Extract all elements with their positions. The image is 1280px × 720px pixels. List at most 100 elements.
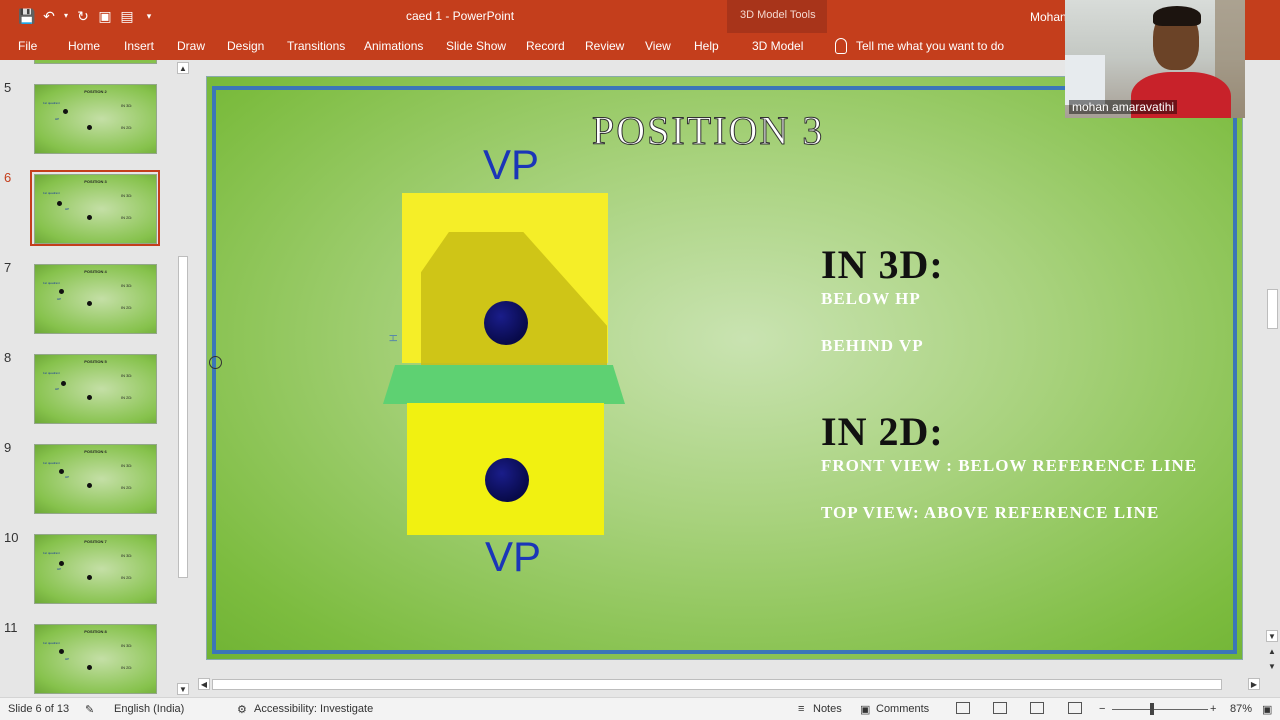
in-3d-line-2[interactable]: BEHIND VP [821,336,924,356]
thumb-3d-label: IN 3D: [121,103,133,108]
slide-title[interactable]: POSITION 3 [591,107,824,154]
slide-thumbnail-selected[interactable]: POSITION 3 1st quadrant HP IN 3D: IN 2D: [34,174,157,244]
zoom-out-icon[interactable]: − [1099,703,1105,715]
in-3d-line-1[interactable]: BELOW HP [821,289,921,309]
editor-horizontal-scrollbar[interactable]: ◀ ▶ [198,677,1264,693]
thumb-dot [87,395,92,400]
language-indicator[interactable]: English (India) [114,703,184,715]
scroll-right-icon[interactable]: ▶ [1248,678,1260,690]
in-2d-line-1[interactable]: FRONT VIEW : BELOW REFERENCE LINE [821,456,1197,476]
scroll-down-icon[interactable]: ▼ [1266,630,1278,642]
presenter-hair [1153,6,1201,26]
user-name[interactable]: Mohan [1030,10,1067,24]
thumb-quadrant-label: 1st quadrant [43,461,60,465]
thumb-dot [57,201,62,206]
tab-record[interactable]: Record [526,39,565,53]
in-3d-heading[interactable]: IN 3D: [821,241,944,288]
scrollbar-thumb[interactable] [178,256,188,578]
thumb-number: 6 [4,170,12,185]
slide-thumbnail[interactable]: POSITION 5 1st quadrant HP IN 3D: IN 2D: [34,354,157,424]
tab-design[interactable]: Design [227,39,264,53]
tab-slide-show[interactable]: Slide Show [446,39,506,53]
thumb-number: 5 [4,80,12,95]
thumbnail-scrollbar[interactable]: ▲ ▼ [176,60,190,697]
webcam-overlay: mohan amaravatihi [1065,0,1245,118]
thumb-3d-label: IN 3D: [121,463,133,468]
next-slide-icon[interactable]: ▼ [1266,661,1278,673]
slide-thumbnail[interactable]: POSITION 4 1st quadrant HP IN 3D: IN 2D: [34,264,157,334]
zoom-slider[interactable] [1112,709,1208,710]
vp-label-bottom[interactable]: VP [485,533,541,581]
tab-view[interactable]: View [645,39,671,53]
context-tools-label: 3D Model Tools [740,9,816,21]
thumb-2d-label: IN 2D: [121,305,133,310]
thumb-2d-label: IN 2D: [121,395,133,400]
tab-help[interactable]: Help [694,39,719,53]
reading-view-icon[interactable] [1030,702,1044,714]
rotate-handle-icon[interactable] [209,356,222,369]
tab-file[interactable]: File [18,39,37,53]
slide-thumbnail[interactable]: POSITION 8 1st quadrant HP IN 3D: IN 2D: [34,624,157,694]
tell-me-search[interactable]: Tell me what you want to do [835,38,1004,54]
zoom-slider-thumb[interactable] [1150,703,1154,715]
previous-slide-icon[interactable]: ▲ [1266,646,1278,658]
thumb-number: 10 [4,530,19,545]
thumbnail-partial[interactable] [34,60,157,64]
slide-thumbnail[interactable]: POSITION 7 1st quadrant HP IN 3D: IN 2D: [34,534,157,604]
thumb-title: POSITION 3 [84,179,107,184]
scroll-up-icon[interactable]: ▲ [177,62,189,74]
in-2d-heading[interactable]: IN 2D: [821,408,944,455]
slide-canvas[interactable]: POSITION 3 VP H VP IN 3D: BELOW HP BEHIN… [206,76,1243,660]
webcam-name-label: mohan amaravatihi [1069,100,1178,114]
thumb-dot [59,469,64,474]
thumb-2d-label: IN 2D: [121,215,133,220]
slide-show-icon[interactable] [1068,702,1082,714]
in-2d-line-2[interactable]: TOP VIEW: ABOVE REFERENCE LINE [821,503,1159,523]
accessibility-icon[interactable]: ⚙ [237,703,247,716]
thumb-hp-label: HP [65,657,70,661]
comments-button[interactable]: Comments [876,703,929,715]
point-sphere-lower[interactable] [485,458,529,502]
thumb-3d-label: IN 3D: [121,553,133,558]
thumb-title: POSITION 7 [84,539,107,544]
thumb-dot [59,561,64,566]
thumb-hp-label: HP [65,207,70,211]
comments-icon[interactable]: ▣ [860,703,870,716]
tab-draw[interactable]: Draw [177,39,205,53]
tab-transitions[interactable]: Transitions [287,39,345,53]
status-bar: Slide 6 of 13 ✎ English (India) ⚙ Access… [0,697,1280,720]
tab-home[interactable]: Home [68,39,100,53]
thumb-dot [59,289,64,294]
thumb-title: POSITION 8 [84,629,107,634]
slide-sorter-icon[interactable] [993,702,1007,714]
spell-check-icon[interactable]: ✎ [85,703,94,716]
normal-view-icon[interactable] [956,702,970,714]
tab-3d-model[interactable]: 3D Model [752,39,803,53]
thumb-dot [87,665,92,670]
scrollbar-thumb[interactable] [1267,289,1278,329]
point-sphere-upper[interactable] [484,301,528,345]
thumb-number: 8 [4,350,12,365]
notes-icon[interactable]: ≡ [798,703,804,715]
scroll-left-icon[interactable]: ◀ [198,678,210,690]
thumb-dot [87,575,92,580]
thumb-quadrant-label: 1st quadrant [43,281,60,285]
scroll-down-icon[interactable]: ▼ [177,683,189,695]
tab-insert[interactable]: Insert [124,39,154,53]
zoom-in-icon[interactable]: + [1210,703,1216,715]
tab-animations[interactable]: Animations [364,39,423,53]
fit-to-window-icon[interactable]: ▣ [1262,703,1272,716]
tell-me-label: Tell me what you want to do [856,39,1005,53]
horizontal-plane[interactable] [383,365,625,404]
accessibility-status[interactable]: Accessibility: Investigate [254,703,373,715]
vp-label-top[interactable]: VP [483,141,539,189]
editor-vertical-scrollbar[interactable]: ▼ ▲ ▼ [1264,60,1280,677]
slide-thumbnail[interactable]: POSITION 6 1st quadrant HP IN 3D: IN 2D: [34,444,157,514]
slide-thumbnail[interactable]: POSITION 2 1st quadrant HP IN 3D: IN 2D: [34,84,157,154]
thumb-dot [59,649,64,654]
notes-button[interactable]: Notes [813,703,842,715]
scrollbar-thumb[interactable] [212,679,1222,690]
zoom-level[interactable]: 87% [1230,703,1252,715]
tab-review[interactable]: Review [585,39,624,53]
slide-counter[interactable]: Slide 6 of 13 [8,703,69,715]
